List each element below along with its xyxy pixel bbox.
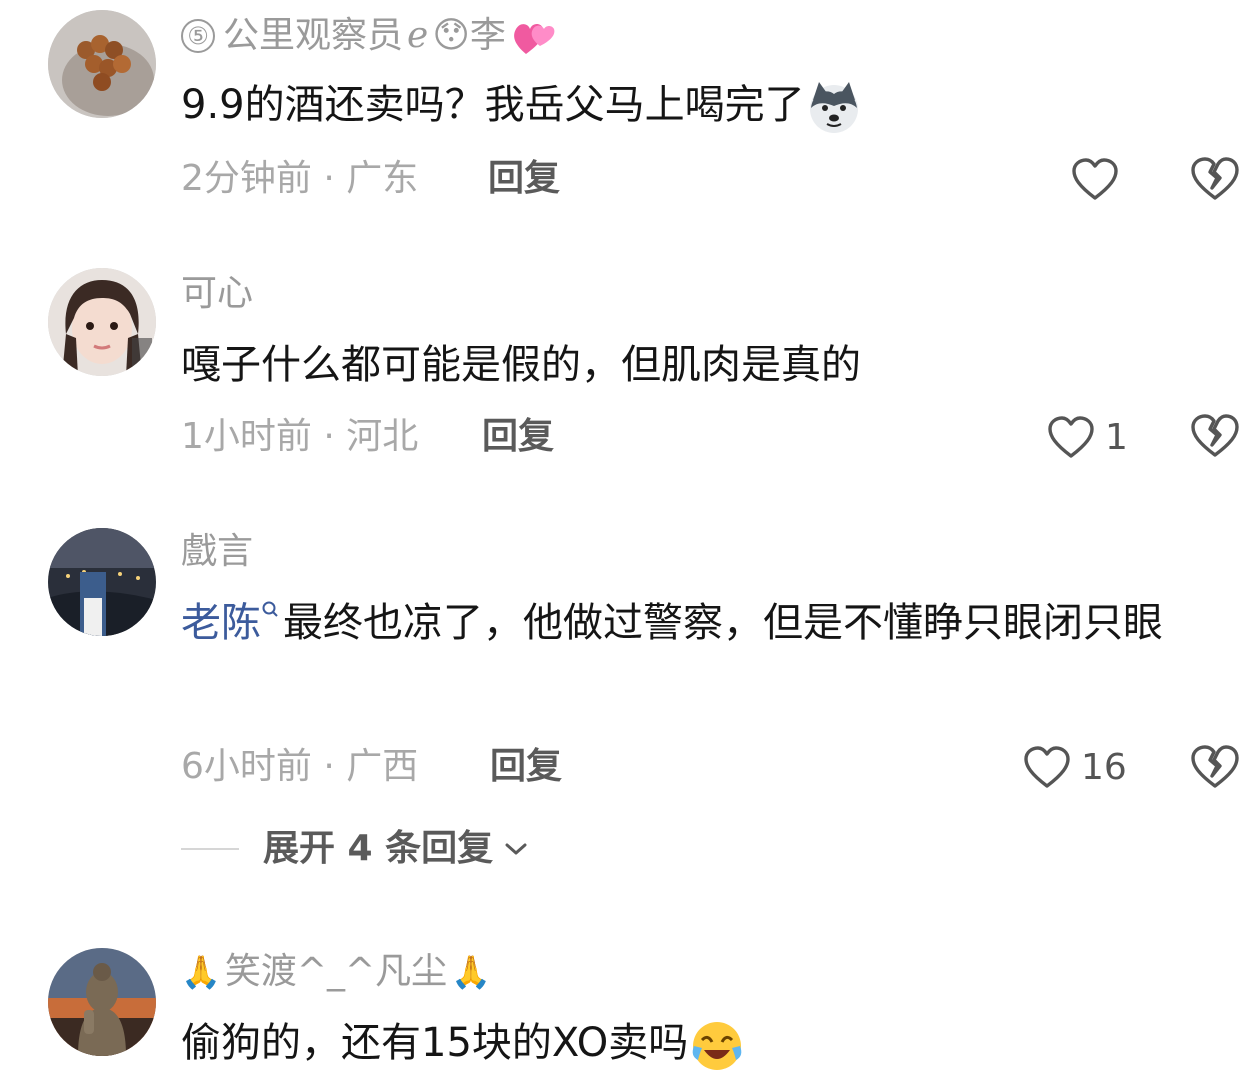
rank-badge: ⑤ — [181, 19, 215, 53]
laughing-crying-emoji-icon — [692, 1022, 742, 1070]
comment-text-body: 9.9的酒还卖吗？我岳父马上喝完了 — [181, 82, 805, 128]
username[interactable]: 戲言 — [181, 530, 253, 574]
chevron-down-icon — [505, 843, 527, 855]
username[interactable]: 🙏 笑渡^_^凡尘 🙏 — [181, 950, 491, 994]
mention-link[interactable]: 老陈 — [181, 600, 261, 646]
broken-heart-icon — [1191, 414, 1239, 457]
meta-separator: · — [311, 416, 347, 457]
heart-outline-icon — [1024, 746, 1070, 788]
comment-location: 广东 — [346, 158, 419, 199]
husky-emoji-icon — [809, 82, 858, 133]
comment-text: 偷狗的，还有15块的XO卖吗 — [181, 1008, 1220, 1071]
like-button[interactable]: 16 — [1023, 742, 1127, 794]
avatar[interactable] — [48, 528, 156, 636]
like-button[interactable]: 1 — [1047, 412, 1128, 464]
like-count: 16 — [1081, 747, 1127, 788]
expand-replies-button[interactable]: 展开 4 条回复 — [181, 826, 529, 872]
comment-meta: 2分钟前 · 广东 — [181, 157, 418, 201]
expand-replies-label: 展开 4 条回复 — [263, 828, 494, 869]
username-sym: 😯 — [432, 15, 470, 56]
dislike-button[interactable] — [1190, 413, 1240, 459]
comment-text-body: 最终也凉了，他做过警察，但是不懂睁只眼闭只眼 — [283, 600, 1163, 646]
like-count: 1 — [1105, 417, 1128, 458]
username-suffix: ℯ — [407, 15, 429, 56]
pray-emoji-icon: 🙏 — [181, 953, 221, 991]
comment-location: 河北 — [346, 416, 419, 457]
comment-location: 广西 — [346, 746, 419, 787]
username[interactable]: 可心 — [181, 272, 253, 316]
comment-time: 1小时前 — [181, 416, 312, 457]
dislike-button[interactable] — [1190, 744, 1240, 790]
comment-time: 6小时前 — [181, 746, 312, 787]
broken-heart-icon — [1191, 157, 1239, 200]
comment-text: 老陈 最终也凉了，他做过警察，但是不懂睁只眼闭只眼 — [181, 588, 1220, 658]
like-button[interactable] — [1071, 154, 1129, 206]
comment-text: 嘎子什么都可能是假的，但肌肉是真的 — [181, 342, 861, 388]
comment-meta: 6小时前 · 广西 — [181, 745, 418, 789]
reply-button[interactable]: 回复 — [488, 157, 560, 201]
comment-text-body: 偷狗的，还有15块的XO卖吗 — [181, 1020, 689, 1066]
comment-list: ⑤ 公里观察员 ℯ 😯 李 9.9的酒还卖吗？我岳父马上喝完了 2分钟前 · 广… — [0, 0, 1250, 1071]
comment-time: 2分钟前 — [181, 158, 312, 199]
username-tail: 李 — [469, 15, 506, 56]
pray-emoji-icon: 🙏 — [451, 953, 492, 991]
divider — [181, 848, 239, 850]
avatar[interactable] — [48, 10, 156, 118]
heart-emoji-icon — [514, 23, 555, 54]
meta-separator: · — [311, 158, 347, 199]
comment-text: 9.9的酒还卖吗？我岳父马上喝完了 — [181, 70, 1220, 140]
reply-button[interactable]: 回复 — [482, 415, 554, 459]
avatar[interactable] — [48, 948, 156, 1056]
heart-outline-icon — [1048, 416, 1094, 458]
avatar[interactable] — [48, 268, 156, 376]
dislike-button[interactable] — [1190, 156, 1240, 202]
search-icon[interactable] — [261, 600, 279, 618]
comment-meta: 1小时前 · 河北 — [181, 415, 418, 459]
broken-heart-icon — [1191, 745, 1239, 788]
username-text: 公里观察员 — [223, 15, 404, 56]
username[interactable]: ⑤ 公里观察员 ℯ 😯 李 — [181, 14, 556, 58]
heart-outline-icon — [1072, 158, 1118, 200]
meta-separator: · — [311, 746, 347, 787]
reply-button[interactable]: 回复 — [490, 745, 562, 789]
username-text: 笑渡^_^凡尘 — [224, 951, 448, 992]
